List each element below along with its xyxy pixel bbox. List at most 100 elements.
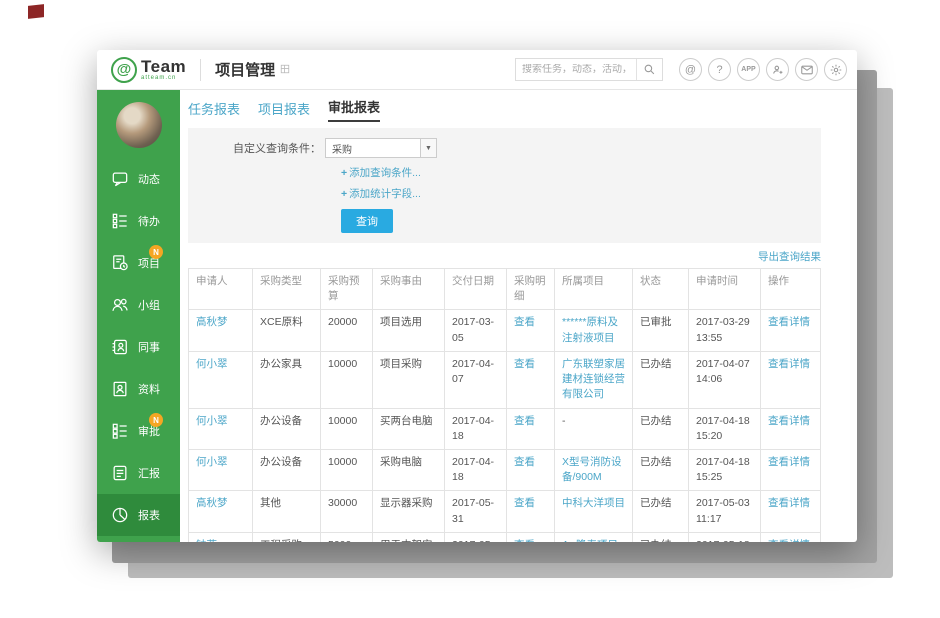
people-icon [110,295,130,315]
column-header: 采购事由 [373,269,445,310]
budget-cell: 10000 [321,449,373,490]
filter-label: 自定义查询条件： [233,140,321,156]
table-header-row: 申请人采购类型采购预算采购事由交付日期采购明细所属项目状态申请时间操作 [189,269,821,310]
delivery-date-cell: 2017-04-18 [445,449,507,490]
status-cell: 已办结 [633,491,689,532]
status-cell: 已办结 [633,408,689,449]
project-link[interactable]: ******原料及注射液项目 [555,310,633,351]
detail-view-link[interactable]: 查看 [507,310,555,351]
detail-view-link[interactable]: 查看 [507,408,555,449]
report-table: 申请人采购类型采购预算采购事由交付日期采购明细所属项目状态申请时间操作 高秋梦X… [188,268,821,542]
sidebar-item-projects[interactable]: 项目 N [97,242,180,284]
table-row: 高秋梦XCE原料20000项目选用2017-03-05查看******原料及注射… [189,310,821,351]
add-stat-field-link[interactable]: +添加统计字段... [341,186,809,201]
sidebar-item-approvals[interactable]: 审批 N [97,410,180,452]
query-button[interactable]: 查询 [341,209,393,233]
person-doc-icon [110,379,130,399]
sidebar-item-todo[interactable]: 待办 [97,200,180,242]
sidebar-item-colleagues[interactable]: 同事 [97,326,180,368]
global-search [515,58,663,81]
column-header: 状态 [633,269,689,310]
apply-time-cell: 2017-05-03 11:17 [689,491,761,532]
applicant-link[interactable]: 高秋梦 [189,491,253,532]
tab-project-report[interactable]: 项目报表 [258,99,310,122]
approval-checklist-icon [110,421,130,441]
invite-user-icon[interactable] [766,58,789,81]
view-details-link[interactable]: 查看详情 [761,408,821,449]
delivery-date-cell: 2017-04-07 [445,351,507,408]
sidebar-item-work-report[interactable]: 汇报 [97,452,180,494]
lined-doc-icon [110,463,130,483]
delivery-date-cell: 2017-05-20 [445,532,507,542]
detail-view-link[interactable]: 查看 [507,532,555,542]
view-details-link[interactable]: 查看详情 [761,491,821,532]
table-row: 何小翠办公设备10000买两台电脑2017-04-18查看-已办结2017-04… [189,408,821,449]
applicant-link[interactable]: 何小翠 [189,408,253,449]
messages-icon[interactable] [795,58,818,81]
detail-view-link[interactable]: 查看 [507,491,555,532]
reason-cell: 显示器采购 [373,491,445,532]
applicant-link[interactable]: 何小翠 [189,449,253,490]
status-cell: 已办结 [633,351,689,408]
project-doc-clock-icon [110,253,130,273]
view-details-link[interactable]: 查看详情 [761,532,821,542]
view-details-link[interactable]: 查看详情 [761,351,821,408]
sidebar-item-feed[interactable]: 动态 [97,158,180,200]
logo-name: Team [141,58,186,75]
at-logo-icon: @ [111,57,137,83]
sidebar-item-files[interactable]: 资料 [97,368,180,410]
type-cell: 办公设备 [253,449,321,490]
detail-view-link[interactable]: 查看 [507,449,555,490]
help-icon[interactable]: ? [708,58,731,81]
tab-task-report[interactable]: 任务报表 [188,99,240,122]
projects-badge: N [149,245,163,259]
atteam-logo[interactable]: @ Team atteam.cn [111,57,186,83]
app-download-icon[interactable]: APP [737,58,760,81]
applicant-link[interactable]: 高秋梦 [189,310,253,351]
atteam-home-icon[interactable]: @ [679,58,702,81]
detail-view-link[interactable]: 查看 [507,351,555,408]
decor-red-shape [28,4,44,19]
status-cell: 已审批 [633,310,689,351]
column-header: 所属项目 [555,269,633,310]
type-cell: 工程采购 [253,532,321,542]
applicant-link[interactable]: 钟燕 [189,532,253,542]
module-switch-icon[interactable] [280,61,290,79]
sidebar-item-reports[interactable]: 报表 [97,494,180,536]
column-header: 申请时间 [689,269,761,310]
chat-bubble-icon [110,169,130,189]
search-icon[interactable] [636,59,662,80]
approvals-badge: N [149,413,163,427]
chevron-down-icon: ▼ [420,139,436,157]
column-header: 采购明细 [507,269,555,310]
tab-approval-report[interactable]: 审批报表 [328,97,380,122]
view-details-link[interactable]: 查看详情 [761,310,821,351]
column-header: 申请人 [189,269,253,310]
app-window: @ Team atteam.cn 项目管理 @ ? APP [97,50,857,542]
table-row: 何小翠办公家具10000项目采购2017-04-07查看广东联塑家居建材连锁经营… [189,351,821,408]
project-link[interactable]: 广东联塑家居建材连锁经营有限公司 [555,351,633,408]
reason-cell: 用于支架安装 [373,532,445,542]
preset-select[interactable]: 采购 ▼ [325,138,437,158]
add-condition-link[interactable]: +添加查询条件... [341,165,809,180]
user-avatar[interactable] [116,102,162,148]
apply-time-cell: 2017-05-18 13:52 [689,532,761,542]
table-row: 高秋梦其他30000显示器采购2017-05-31查看中科大洋项目已办结2017… [189,491,821,532]
search-input[interactable] [516,64,636,75]
project-link: - [555,408,633,449]
table-row: 钟燕工程采购5000用于支架安装2017-05-20查看A--隆泰项目已办结20… [189,532,821,542]
budget-cell: 30000 [321,491,373,532]
type-cell: XCE原料 [253,310,321,351]
project-link[interactable]: A--隆泰项目 [555,532,633,542]
budget-cell: 10000 [321,351,373,408]
settings-gear-icon[interactable] [824,58,847,81]
column-header: 采购预算 [321,269,373,310]
page-title: 项目管理 [215,59,275,80]
export-results-link[interactable]: 导出查询结果 [758,251,821,263]
view-details-link[interactable]: 查看详情 [761,449,821,490]
project-link[interactable]: X型号消防设备/900M [555,449,633,490]
sidebar-item-groups[interactable]: 小组 [97,284,180,326]
project-link[interactable]: 中科大洋项目 [555,491,633,532]
applicant-link[interactable]: 何小翠 [189,351,253,408]
report-tabs: 任务报表 项目报表 审批报表 [188,98,821,122]
